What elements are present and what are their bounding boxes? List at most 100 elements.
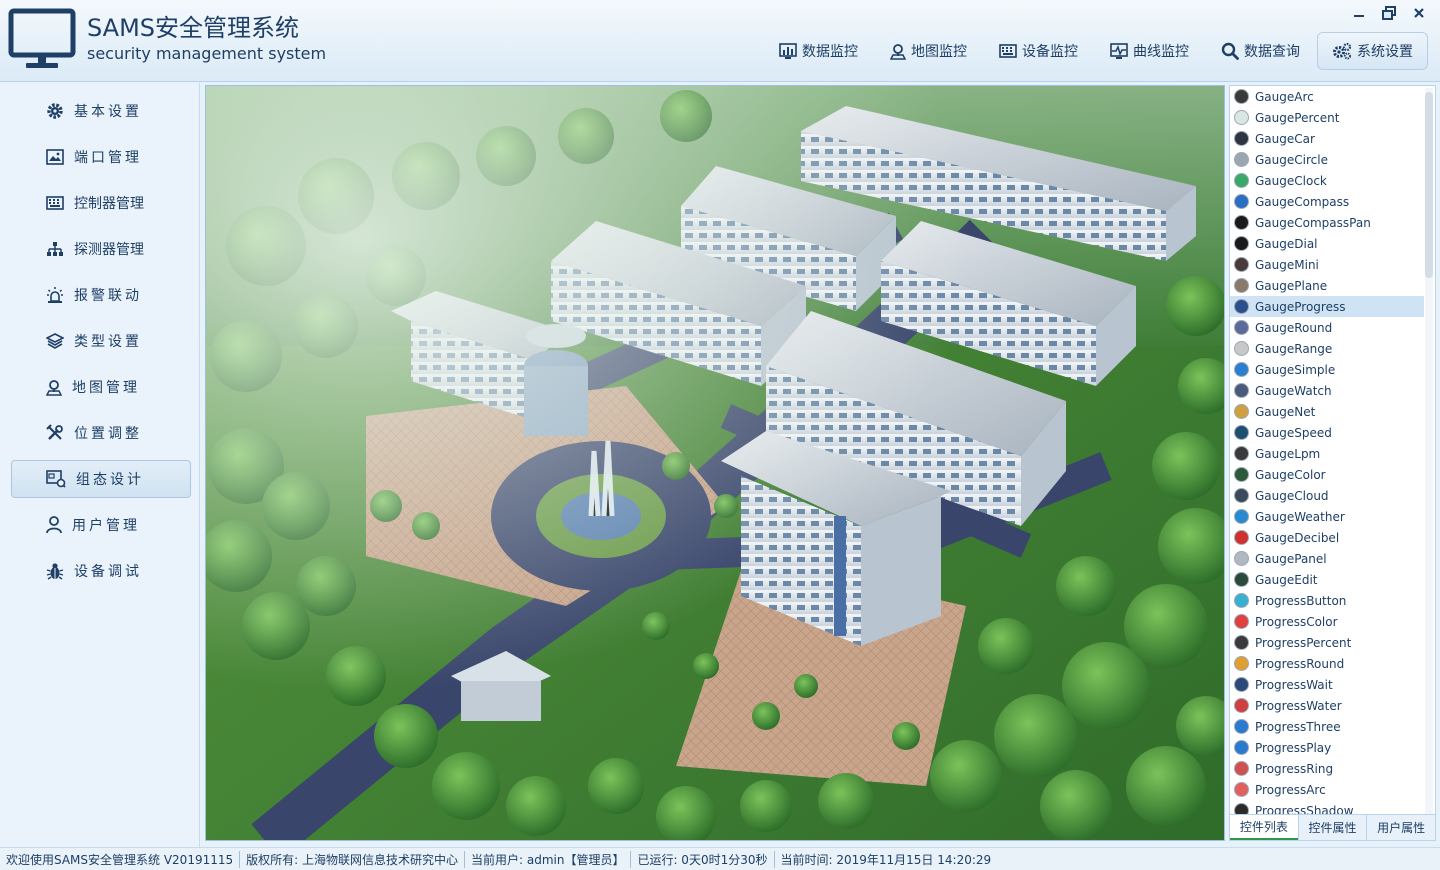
- sidebar-item-alarm-linkage[interactable]: 报警联动: [11, 276, 191, 314]
- list-item[interactable]: ProgressColor: [1230, 611, 1424, 632]
- control-label: GaugeClock: [1255, 173, 1327, 188]
- list-item[interactable]: ProgressArc: [1230, 779, 1424, 800]
- sidebar-item-port-management[interactable]: 端口管理: [11, 138, 191, 176]
- list-item[interactable]: GaugeDial: [1230, 233, 1424, 254]
- sidebar-item-basic-settings[interactable]: 基本设置: [11, 92, 191, 130]
- control-icon: [1234, 131, 1249, 146]
- control-label: GaugeRound: [1255, 320, 1333, 335]
- nav-map-monitor[interactable]: 地图监控: [875, 32, 982, 70]
- sidebar-item-map-management[interactable]: 地图管理: [11, 368, 191, 406]
- list-item[interactable]: GaugePercent: [1230, 107, 1424, 128]
- nav-device-monitor[interactable]: 设备监控: [984, 32, 1093, 70]
- control-label: ProgressButton: [1255, 593, 1347, 608]
- nav-data-monitor[interactable]: 数据监控: [764, 32, 873, 70]
- list-item[interactable]: GaugeRange: [1230, 338, 1424, 359]
- list-item[interactable]: GaugeCompass: [1230, 191, 1424, 212]
- sidebar-item-controller-management[interactable]: 控制器管理: [11, 184, 191, 222]
- list-item[interactable]: GaugeProgress: [1230, 296, 1424, 317]
- control-label: GaugeWatch: [1255, 383, 1332, 398]
- list-item[interactable]: GaugeNet: [1230, 401, 1424, 422]
- control-icon: [1234, 320, 1249, 335]
- list-item[interactable]: GaugeClock: [1230, 170, 1424, 191]
- control-list[interactable]: GaugeArc GaugePercent GaugeCar GaugeCircle G…: [1230, 86, 1424, 816]
- control-label: GaugeMini: [1255, 257, 1319, 272]
- list-item[interactable]: GaugePlane: [1230, 275, 1424, 296]
- control-icon: [1234, 383, 1249, 398]
- image-icon: [46, 149, 64, 165]
- list-item[interactable]: GaugeArc: [1230, 86, 1424, 107]
- list-item[interactable]: GaugeMini: [1230, 254, 1424, 275]
- list-item[interactable]: GaugeLpm: [1230, 443, 1424, 464]
- control-icon: [1234, 614, 1249, 629]
- restore-button[interactable]: [1374, 2, 1404, 24]
- control-label: ProgressWait: [1255, 677, 1333, 692]
- list-item[interactable]: ProgressRing: [1230, 758, 1424, 779]
- control-label: GaugeCar: [1255, 131, 1315, 146]
- sidebar-item-position-adjust[interactable]: 位置调整: [11, 414, 191, 452]
- list-item[interactable]: GaugeSimple: [1230, 359, 1424, 380]
- control-list-scrollbar[interactable]: [1425, 88, 1433, 814]
- control-label: ProgressThree: [1255, 719, 1341, 734]
- control-label: GaugeNet: [1255, 404, 1316, 419]
- nav-data-query[interactable]: 数据查询: [1206, 32, 1315, 70]
- layers-icon: [46, 333, 64, 349]
- list-item[interactable]: GaugeCircle: [1230, 149, 1424, 170]
- list-item[interactable]: GaugeRound: [1230, 317, 1424, 338]
- app-title: SAMS安全管理系统: [87, 14, 300, 42]
- control-icon: [1234, 698, 1249, 713]
- list-item[interactable]: ProgressPlay: [1230, 737, 1424, 758]
- sidebar-item-detector-management[interactable]: 探测器管理: [11, 230, 191, 268]
- control-icon: [1234, 446, 1249, 461]
- list-item[interactable]: GaugeCar: [1230, 128, 1424, 149]
- list-item[interactable]: ProgressWater: [1230, 695, 1424, 716]
- list-item[interactable]: GaugePanel: [1230, 548, 1424, 569]
- control-label: GaugeDial: [1255, 236, 1318, 251]
- list-item[interactable]: GaugeCompassPan: [1230, 212, 1424, 233]
- sidebar-item-label: 端口管理: [74, 150, 142, 166]
- scrollbar-thumb[interactable]: [1425, 92, 1433, 278]
- gear-icon: [47, 103, 63, 119]
- list-item[interactable]: GaugeCloud: [1230, 485, 1424, 506]
- nav-label: 系统设置: [1357, 44, 1413, 60]
- nav-system-settings[interactable]: 系统设置: [1317, 32, 1428, 70]
- list-item[interactable]: GaugeWatch: [1230, 380, 1424, 401]
- tab-user-properties[interactable]: 用户属性: [1366, 815, 1435, 840]
- list-item[interactable]: GaugeSpeed: [1230, 422, 1424, 443]
- control-label: GaugeProgress: [1255, 299, 1346, 314]
- nav-label: 数据监控: [802, 44, 858, 60]
- tab-control-list[interactable]: 控件列表: [1230, 815, 1298, 840]
- control-label: GaugeCircle: [1255, 152, 1328, 167]
- main-map-view[interactable]: [205, 85, 1225, 841]
- close-button[interactable]: [1404, 2, 1434, 24]
- nav-curve-monitor[interactable]: 曲线监控: [1095, 32, 1204, 70]
- sidebar-item-type-settings[interactable]: 类型设置: [11, 322, 191, 360]
- list-item[interactable]: ProgressButton: [1230, 590, 1424, 611]
- list-item[interactable]: GaugeColor: [1230, 464, 1424, 485]
- minimize-button[interactable]: [1344, 2, 1374, 24]
- tab-control-properties[interactable]: 控件属性: [1297, 815, 1367, 840]
- control-icon: [1234, 89, 1249, 104]
- sidebar-item-config-design[interactable]: 组态设计: [11, 460, 191, 498]
- map-pin-icon: [890, 43, 906, 60]
- list-item[interactable]: ProgressRound: [1230, 653, 1424, 674]
- window-controls: [1344, 2, 1434, 24]
- list-item[interactable]: GaugeEdit: [1230, 569, 1424, 590]
- list-item[interactable]: ProgressPercent: [1230, 632, 1424, 653]
- control-label: GaugeSpeed: [1255, 425, 1332, 440]
- sidebar-item-device-debug[interactable]: 设备调试: [11, 552, 191, 590]
- control-icon: [1234, 425, 1249, 440]
- list-item[interactable]: ProgressWait: [1230, 674, 1424, 695]
- nav-label: 数据查询: [1244, 44, 1300, 60]
- app-subtitle: security management system: [87, 44, 327, 63]
- list-item[interactable]: ProgressThree: [1230, 716, 1424, 737]
- control-label: ProgressArc: [1255, 782, 1326, 797]
- control-label: GaugeCompass: [1255, 194, 1350, 209]
- control-label: GaugeCloud: [1255, 488, 1329, 503]
- list-item[interactable]: GaugeWeather: [1230, 506, 1424, 527]
- list-item[interactable]: GaugeDecibel: [1230, 527, 1424, 548]
- sidebar-item-user-management[interactable]: 用户管理: [11, 506, 191, 544]
- minimize-icon: [1354, 15, 1364, 17]
- control-label: GaugeArc: [1255, 89, 1314, 104]
- control-icon: [1234, 110, 1249, 125]
- keyboard-icon: [999, 44, 1017, 58]
